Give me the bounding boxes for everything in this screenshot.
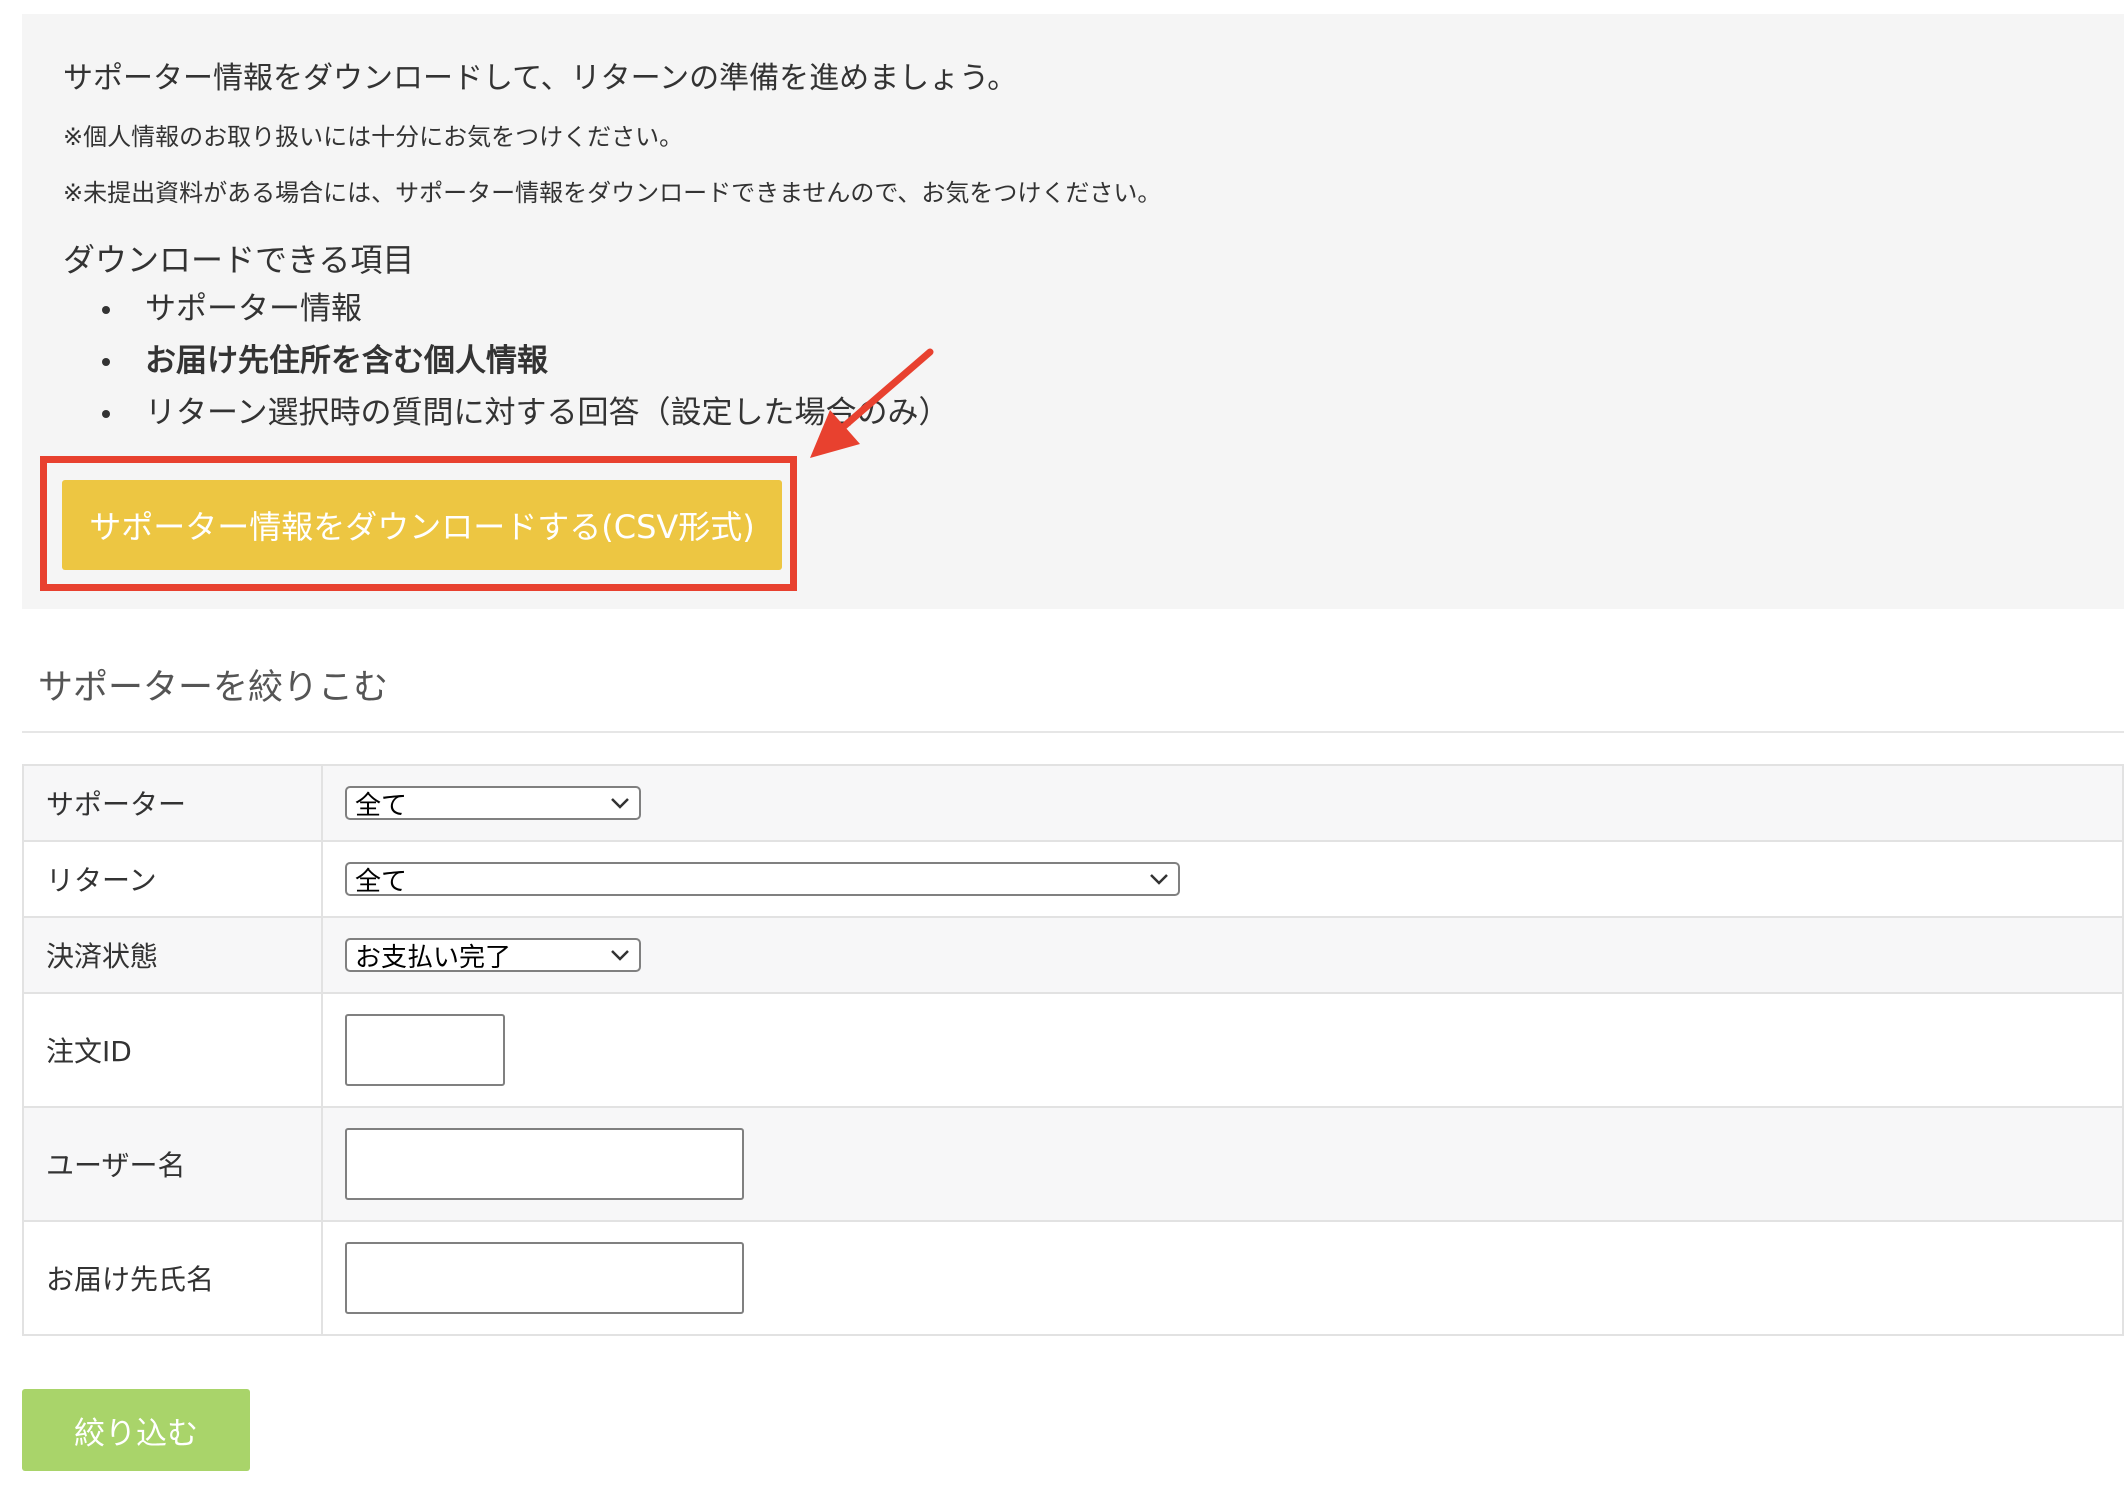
filter-label: ユーザー名: [23, 1106, 323, 1221]
list-item: サポーター情報: [63, 283, 949, 335]
select-value: 全て: [355, 866, 408, 897]
downloadable-items-heading: ダウンロードできる項目: [63, 241, 415, 279]
filter-row-recipient-name: お届け先氏名: [23, 1220, 2123, 1335]
order-id-input[interactable]: [345, 1014, 505, 1086]
privacy-note: ※個人情報のお取り扱いには十分にお気をつけください。: [63, 123, 684, 151]
filter-section-title: サポーターを絞りこむ: [38, 668, 389, 708]
return-select[interactable]: 全て: [345, 862, 1180, 897]
select-value: 全て: [355, 790, 408, 821]
recipient-name-input[interactable]: [345, 1242, 744, 1314]
filter-label: サポーター: [23, 765, 323, 841]
select-value: お支払い完了: [355, 942, 512, 973]
supporter-select[interactable]: 全て: [345, 786, 641, 821]
chevron-down-icon: [611, 950, 629, 961]
chevron-down-icon: [1150, 874, 1168, 885]
highlight-annotation-box: [40, 456, 797, 591]
filter-row-supporter: サポーター 全て: [23, 765, 2123, 841]
filter-label: リターン: [23, 840, 323, 917]
annotation-arrow-icon: [810, 348, 934, 458]
username-input[interactable]: [345, 1128, 744, 1200]
download-lead-text: サポーター情報をダウンロードして、リターンの準備を進めましょう。: [63, 61, 1018, 96]
filter-label: 注文ID: [23, 992, 323, 1107]
missing-docs-note: ※未提出資料がある場合には、サポーター情報をダウンロードできませんので、お気をつ…: [63, 179, 1162, 207]
payment-status-select[interactable]: お支払い完了: [345, 938, 641, 973]
filter-row-payment-status: 決済状態 お支払い完了: [23, 916, 2123, 993]
filter-row-order-id: 注文ID: [23, 992, 2123, 1107]
filter-submit-button[interactable]: 絞り込む: [22, 1389, 250, 1471]
filter-label: 決済状態: [23, 916, 323, 993]
section-divider: [22, 731, 2124, 733]
filter-label: お届け先氏名: [23, 1220, 323, 1335]
filter-row-return: リターン 全て: [23, 840, 2123, 917]
filter-form-table: サポーター 全て リターン 全て 決済状態 お支払い完了 注文ID ユーザー名 …: [22, 764, 2124, 1336]
filter-row-username: ユーザー名: [23, 1106, 2123, 1221]
chevron-down-icon: [611, 798, 629, 809]
